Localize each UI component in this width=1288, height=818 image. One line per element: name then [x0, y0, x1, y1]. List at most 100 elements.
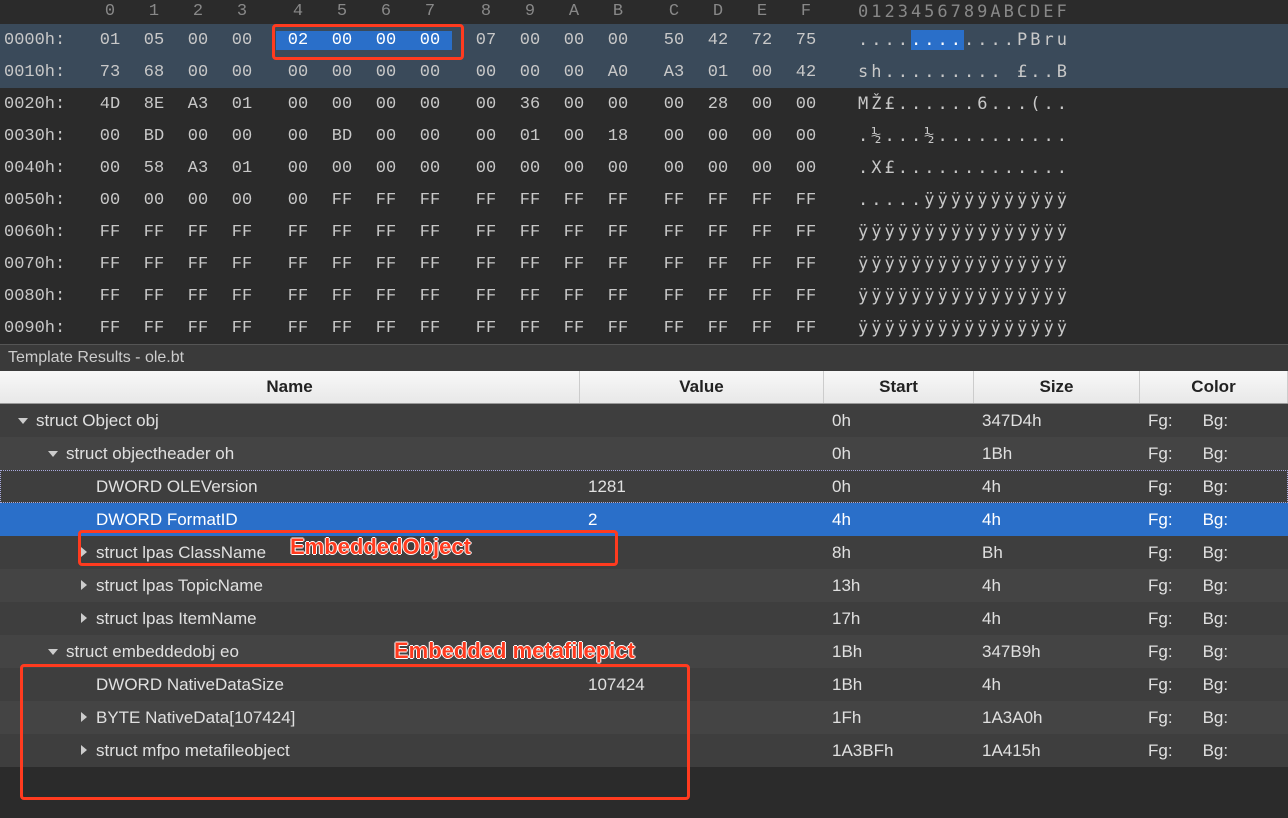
hex-byte[interactable]: FF [464, 255, 508, 274]
hex-byte[interactable]: 00 [320, 31, 364, 50]
hex-byte[interactable]: 00 [220, 191, 264, 210]
hex-byte[interactable]: 00 [176, 127, 220, 146]
hex-byte[interactable]: FF [552, 319, 596, 338]
ascii-row[interactable]: ÿÿÿÿÿÿÿÿÿÿÿÿÿÿÿÿ [828, 286, 1070, 306]
hex-byte[interactable]: 00 [784, 127, 828, 146]
hex-byte[interactable]: 00 [176, 191, 220, 210]
ascii-row[interactable]: sh......... £..B [828, 62, 1070, 82]
ascii-row[interactable]: ÿÿÿÿÿÿÿÿÿÿÿÿÿÿÿÿ [828, 222, 1070, 242]
hex-byte[interactable]: FF [132, 319, 176, 338]
hex-byte[interactable]: 00 [276, 191, 320, 210]
expand-icon[interactable] [78, 712, 90, 724]
collapse-icon[interactable] [48, 646, 60, 658]
hex-byte[interactable]: 18 [596, 127, 640, 146]
expand-icon[interactable] [78, 547, 90, 559]
hex-byte[interactable]: 75 [784, 31, 828, 50]
hex-byte[interactable]: FF [320, 319, 364, 338]
hex-byte[interactable]: 50 [652, 31, 696, 50]
hex-byte[interactable]: BD [132, 127, 176, 146]
column-color[interactable]: Color [1140, 371, 1288, 403]
hex-byte[interactable]: 42 [696, 31, 740, 50]
hex-byte[interactable]: FF [408, 223, 452, 242]
tree-row[interactable]: struct Object obj0h347D4hFg:Bg: [0, 404, 1288, 437]
hex-byte[interactable]: FF [508, 223, 552, 242]
hex-byte[interactable]: BD [320, 127, 364, 146]
tree-row[interactable]: struct objectheader oh0h1BhFg:Bg: [0, 437, 1288, 470]
hex-byte[interactable]: FF [740, 287, 784, 306]
hex-byte[interactable]: 00 [220, 63, 264, 82]
ascii-row[interactable]: ÿÿÿÿÿÿÿÿÿÿÿÿÿÿÿÿ [828, 254, 1070, 274]
column-start[interactable]: Start [824, 371, 974, 403]
hex-byte[interactable]: 00 [88, 159, 132, 178]
hex-byte[interactable]: FF [696, 191, 740, 210]
template-results-table[interactable]: Name Value Start Size Color struct Objec… [0, 371, 1288, 767]
hex-byte[interactable]: FF [176, 319, 220, 338]
ascii-row[interactable]: ÿÿÿÿÿÿÿÿÿÿÿÿÿÿÿÿ [828, 318, 1070, 338]
hex-byte[interactable]: FF [364, 223, 408, 242]
hex-byte[interactable]: 00 [364, 127, 408, 146]
expand-icon[interactable] [78, 613, 90, 625]
hex-byte[interactable]: FF [652, 223, 696, 242]
hex-byte[interactable]: FF [276, 255, 320, 274]
ascii-row[interactable]: .X£............. [828, 158, 1070, 178]
hex-row[interactable]: 0020h:4D8EA301000000000036000000280000MŽ… [0, 88, 1288, 120]
hex-byte[interactable]: FF [88, 223, 132, 242]
hex-byte[interactable]: 58 [132, 159, 176, 178]
hex-byte[interactable]: 00 [220, 127, 264, 146]
collapse-icon[interactable] [18, 415, 30, 427]
hex-byte[interactable]: 00 [364, 31, 408, 50]
hex-byte[interactable]: 00 [220, 31, 264, 50]
hex-byte[interactable]: 8E [132, 95, 176, 114]
hex-byte[interactable]: FF [508, 255, 552, 274]
hex-row[interactable]: 0090h:FFFFFFFFFFFFFFFFFFFFFFFFFFFFFFFFÿÿ… [0, 312, 1288, 344]
tree-row[interactable]: DWORD FormatID24h4hFg:Bg: [0, 503, 1288, 536]
hex-byte[interactable]: 00 [740, 95, 784, 114]
hex-byte[interactable]: FF [784, 287, 828, 306]
hex-byte[interactable]: 00 [552, 63, 596, 82]
hex-byte[interactable]: FF [88, 287, 132, 306]
hex-byte[interactable]: 00 [408, 31, 452, 50]
hex-byte[interactable]: 02 [276, 31, 320, 50]
tree-node-color[interactable]: Fg:Bg: [1140, 510, 1288, 530]
hex-byte[interactable]: 00 [320, 159, 364, 178]
hex-byte[interactable]: FF [784, 255, 828, 274]
hex-byte[interactable]: 05 [132, 31, 176, 50]
hex-byte[interactable]: FF [596, 319, 640, 338]
hex-byte[interactable]: A3 [652, 63, 696, 82]
tree-node-color[interactable]: Fg:Bg: [1140, 675, 1288, 695]
hex-byte[interactable]: 00 [88, 191, 132, 210]
hex-byte[interactable]: FF [696, 287, 740, 306]
hex-byte[interactable]: 00 [508, 63, 552, 82]
hex-byte[interactable]: 01 [508, 127, 552, 146]
hex-byte[interactable]: 00 [176, 63, 220, 82]
hex-byte[interactable]: 00 [464, 159, 508, 178]
hex-byte[interactable]: 00 [652, 159, 696, 178]
hex-byte[interactable]: 00 [508, 31, 552, 50]
hex-row[interactable]: 0080h:FFFFFFFFFFFFFFFFFFFFFFFFFFFFFFFFÿÿ… [0, 280, 1288, 312]
hex-byte[interactable]: 00 [596, 95, 640, 114]
tree-row[interactable]: DWORD OLEVersion12810h4hFg:Bg: [0, 470, 1288, 503]
hex-byte[interactable]: 01 [88, 31, 132, 50]
hex-byte[interactable]: FF [464, 319, 508, 338]
hex-byte[interactable]: 00 [276, 159, 320, 178]
hex-byte[interactable]: FF [88, 319, 132, 338]
hex-byte[interactable]: 00 [464, 95, 508, 114]
hex-byte[interactable]: 00 [276, 63, 320, 82]
tree-node-color[interactable]: Fg:Bg: [1140, 642, 1288, 662]
hex-byte[interactable]: 00 [552, 127, 596, 146]
hex-byte[interactable]: FF [508, 191, 552, 210]
hex-byte[interactable]: 4D [88, 95, 132, 114]
hex-byte[interactable]: FF [652, 287, 696, 306]
hex-byte[interactable]: FF [320, 223, 364, 242]
hex-byte[interactable]: 36 [508, 95, 552, 114]
tree-node-color[interactable]: Fg:Bg: [1140, 543, 1288, 563]
hex-byte[interactable]: FF [132, 223, 176, 242]
collapse-icon[interactable] [48, 448, 60, 460]
hex-byte[interactable]: 00 [696, 127, 740, 146]
hex-byte[interactable]: 00 [464, 127, 508, 146]
hex-byte[interactable]: FF [176, 223, 220, 242]
tree-row[interactable]: BYTE NativeData[107424]1Fh1A3A0hFg:Bg: [0, 701, 1288, 734]
hex-byte[interactable]: 00 [596, 31, 640, 50]
hex-byte[interactable]: 00 [364, 95, 408, 114]
hex-byte[interactable]: FF [408, 319, 452, 338]
